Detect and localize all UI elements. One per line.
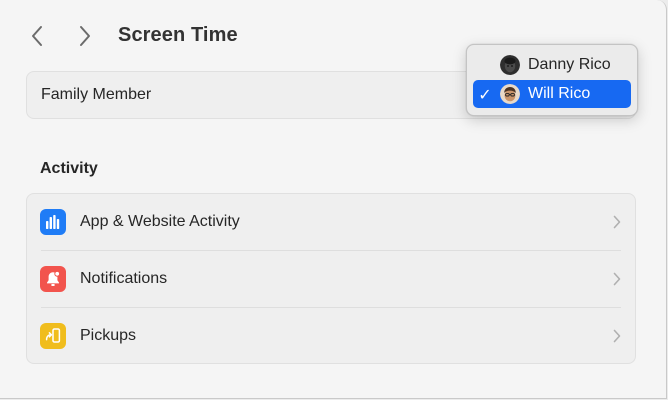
chevron-right-icon	[80, 26, 90, 46]
page-title: Screen Time	[118, 24, 238, 46]
activity-list: App & Website Activity Notifications Pic…	[26, 193, 636, 364]
notifications-row[interactable]: Notifications	[27, 251, 635, 308]
chevron-right-icon	[613, 215, 621, 229]
chevron-right-icon	[613, 272, 621, 286]
checkmark-icon: ✓	[478, 87, 492, 104]
menu-item-label: Will Rico	[528, 85, 591, 102]
row-label: App & Website Activity	[80, 213, 240, 230]
app-website-activity-row[interactable]: App & Website Activity	[27, 194, 635, 251]
row-label: Notifications	[80, 270, 168, 287]
menu-item-label: Danny Rico	[528, 56, 611, 73]
chevron-left-icon	[32, 26, 42, 46]
pickup-phone-icon	[40, 323, 66, 349]
family-member-popup-menu: Danny Rico ✓ Will Rico	[466, 44, 638, 116]
memoji-avatar-icon	[500, 84, 520, 104]
memoji-avatar-icon	[500, 55, 520, 75]
forward-button[interactable]	[72, 22, 98, 50]
activity-section-title: Activity	[40, 160, 98, 177]
back-button[interactable]	[24, 22, 50, 50]
bar-chart-icon	[40, 209, 66, 235]
chevron-right-icon	[613, 329, 621, 343]
menu-item-will-rico[interactable]: ✓ Will Rico	[473, 80, 631, 108]
family-member-label: Family Member	[41, 86, 152, 103]
bell-icon	[40, 266, 66, 292]
row-label: Pickups	[80, 327, 137, 344]
screen-time-window: Screen Time Family Member Activity App &…	[0, 0, 667, 399]
menu-item-danny-rico[interactable]: Danny Rico	[473, 51, 631, 79]
pickups-row[interactable]: Pickups	[27, 308, 635, 365]
